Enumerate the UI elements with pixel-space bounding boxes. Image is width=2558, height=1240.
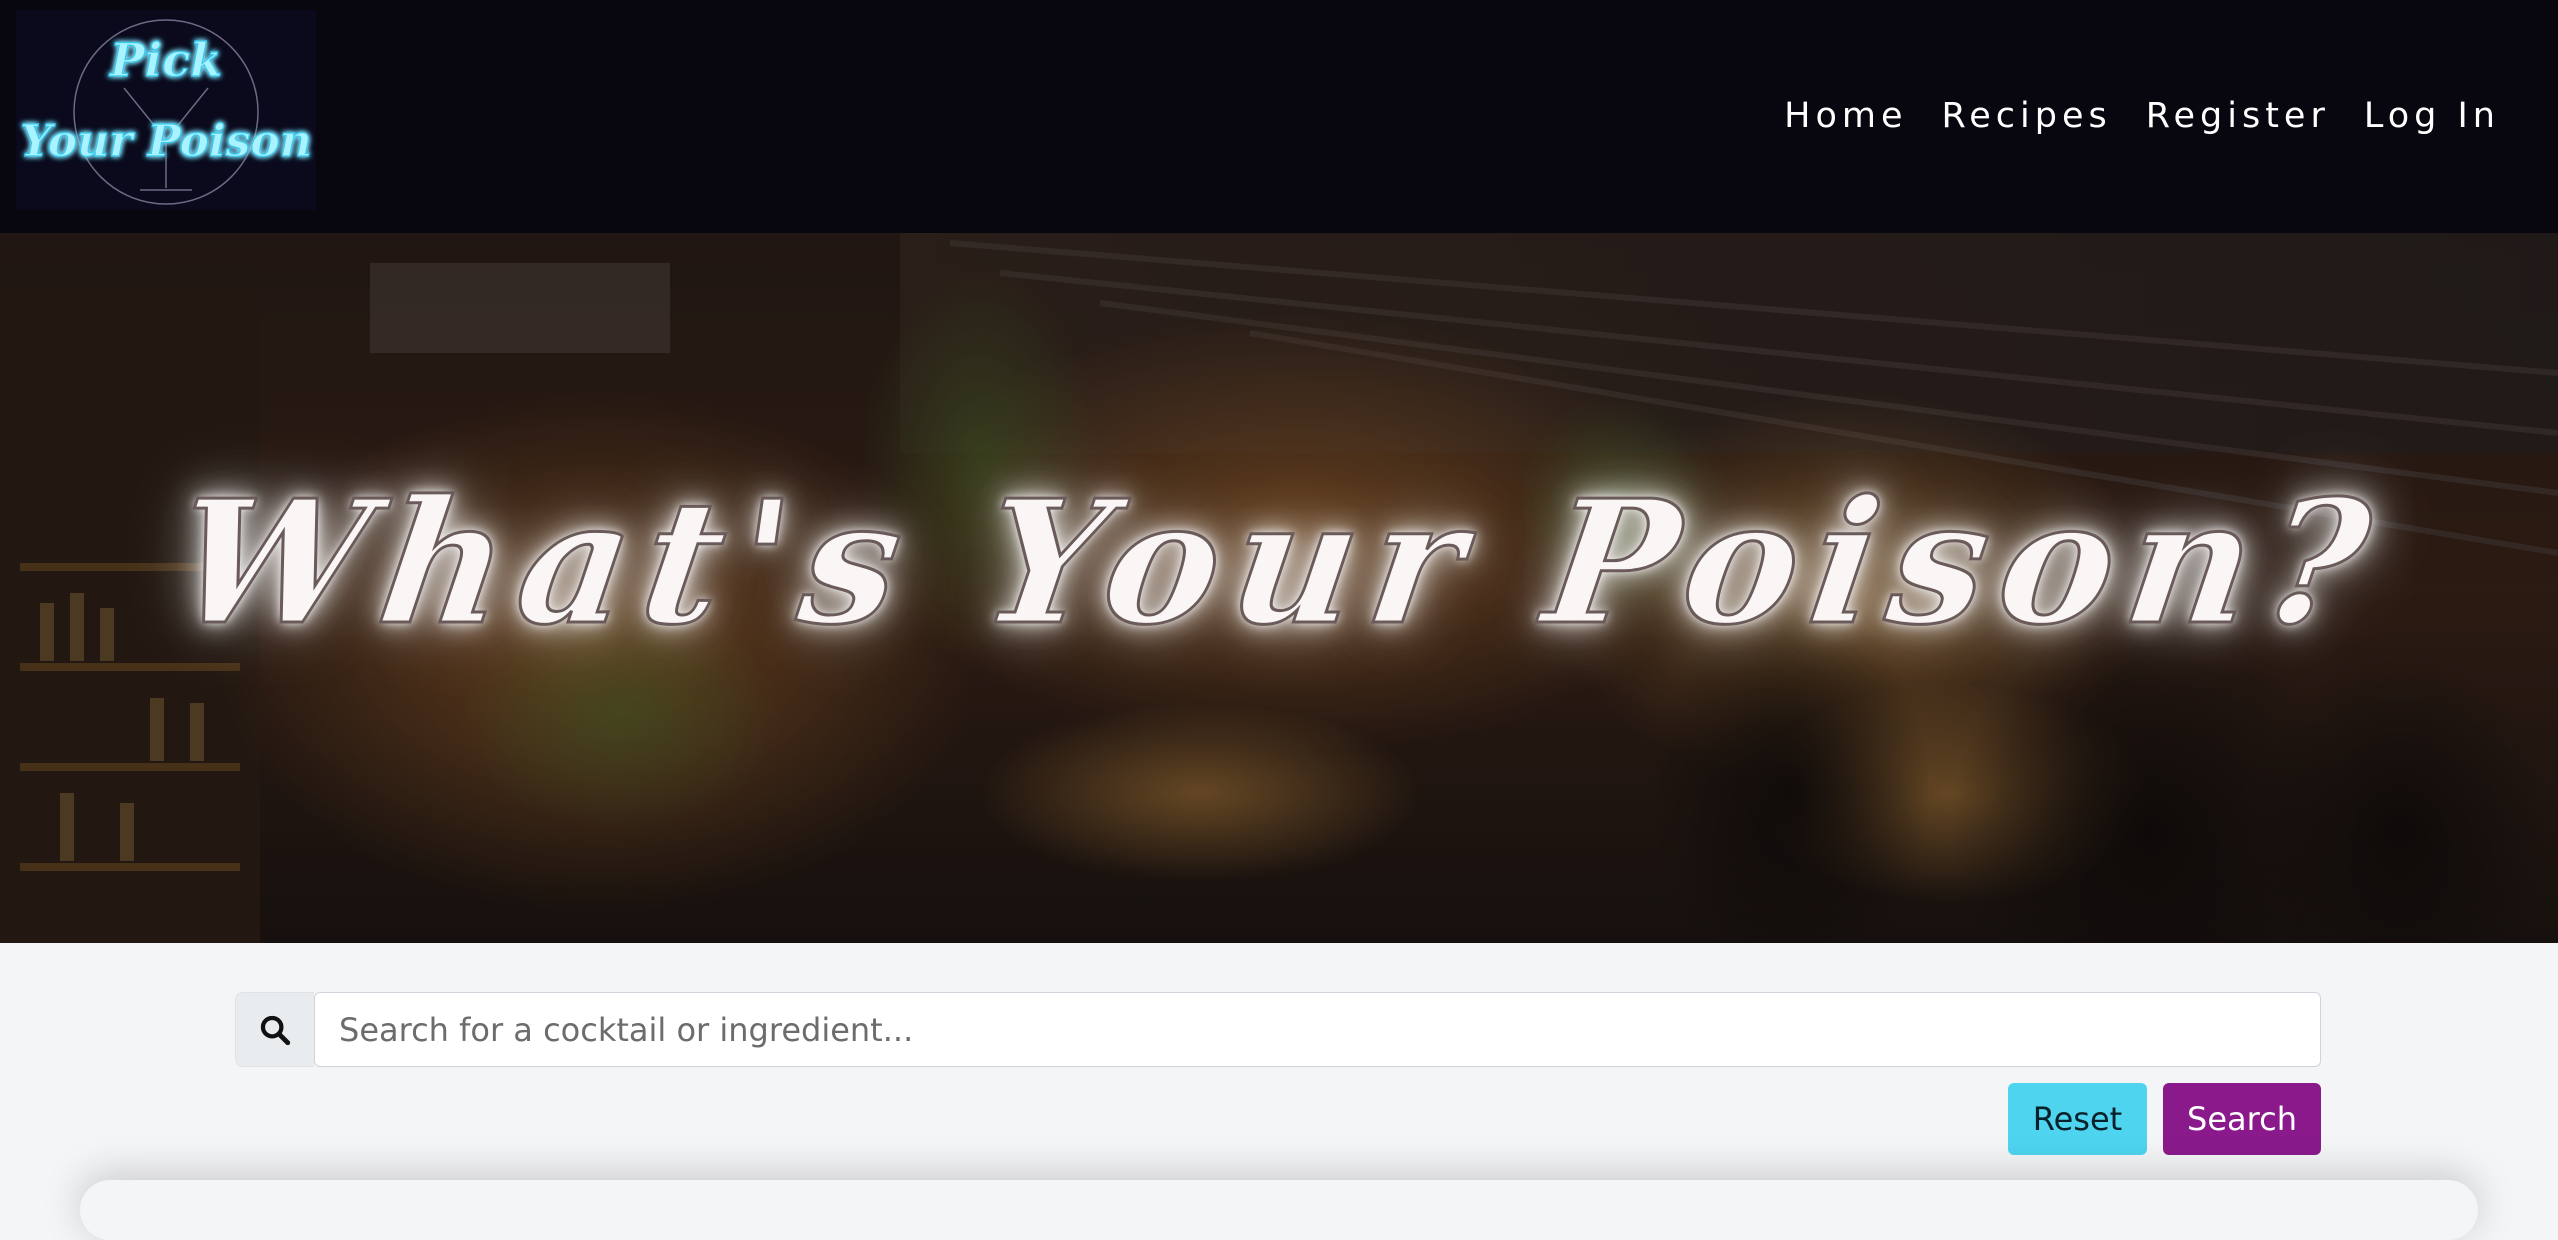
logo-text-your-poison: Your Poison [20,116,312,167]
nav-link-register[interactable]: Register [2146,96,2330,136]
pick-your-poison-logo: Pick Your Poison [16,10,316,210]
search-icon [260,1015,291,1045]
hero-banner: What's Your Poison? [0,233,2558,943]
nav-link-log-in[interactable]: Log In [2364,96,2500,136]
nav-links: Home Recipes Register Log In [1784,96,2500,136]
navbar: Pick Your Poison Home Recipes Register L… [0,0,2558,233]
content-card-edge [80,1180,2478,1240]
brand-logo[interactable]: Pick Your Poison [16,10,316,210]
search-addon [235,992,314,1067]
search-bar [235,992,2321,1067]
hero-title: What's Your Poison? [162,462,2395,665]
nav-link-home[interactable]: Home [1784,96,1907,136]
logo-text-pick: Pick [108,33,222,87]
search-button[interactable]: Search [2163,1083,2321,1155]
search-input[interactable] [314,992,2321,1067]
nav-link-recipes[interactable]: Recipes [1942,96,2112,136]
reset-button[interactable]: Reset [2008,1083,2147,1155]
